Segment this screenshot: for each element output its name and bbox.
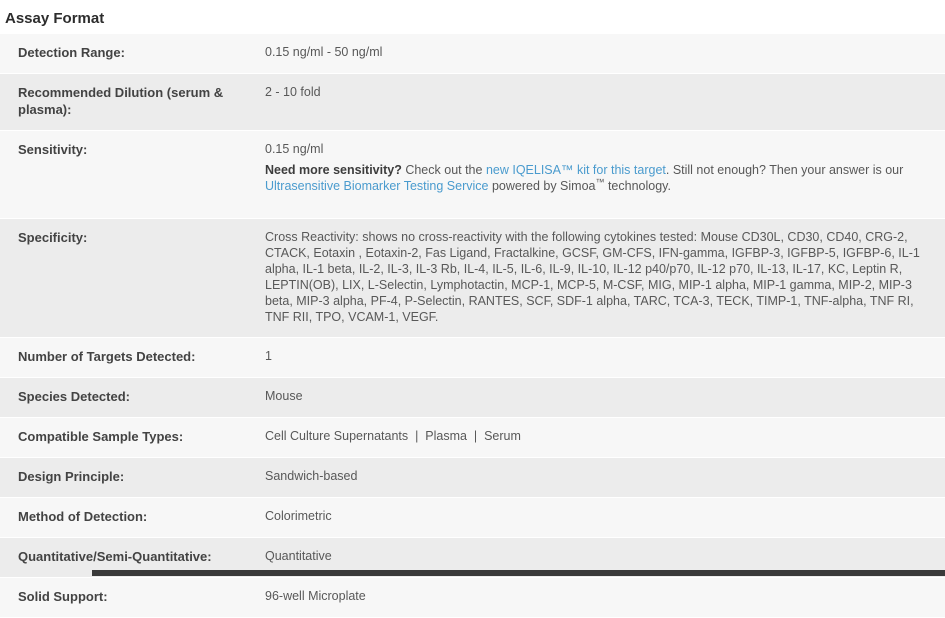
- row-value-text: Cell Culture Supernatants | Plasma | Ser…: [265, 428, 937, 444]
- row-value: Mouse: [265, 378, 945, 417]
- row-value: Sandwich-based: [265, 458, 945, 497]
- row-label: Detection Range:: [0, 34, 265, 73]
- table-row: Compatible Sample Types: Cell Culture Su…: [0, 418, 945, 458]
- row-label: Method of Detection:: [0, 498, 265, 537]
- bottom-dark-bar: [92, 570, 945, 576]
- table-row: Detection Range: 0.15 ng/ml - 50 ng/ml: [0, 34, 945, 74]
- row-value-text: Sandwich-based: [265, 468, 937, 484]
- row-value-text: 0.15 ng/ml - 50 ng/ml: [265, 44, 937, 60]
- table-row: Sensitivity: 0.15 ng/ml Need more sensit…: [0, 131, 945, 219]
- row-label: Species Detected:: [0, 378, 265, 417]
- assay-format-section: Assay Format Detection Range: 0.15 ng/ml…: [0, 0, 945, 618]
- note-text: Check out the: [402, 163, 486, 177]
- row-value: Cross Reactivity: shows no cross-reactiv…: [265, 219, 945, 337]
- note-text: technology.: [604, 179, 670, 193]
- row-value-text: Mouse: [265, 388, 937, 404]
- row-value: 0.15 ng/ml - 50 ng/ml: [265, 34, 945, 73]
- row-label: Number of Targets Detected:: [0, 338, 265, 377]
- spec-table: Detection Range: 0.15 ng/ml - 50 ng/ml R…: [0, 34, 945, 618]
- row-value-text: Cross Reactivity: shows no cross-reactiv…: [265, 229, 937, 325]
- row-value: 1: [265, 338, 945, 377]
- row-value: 2 - 10 fold: [265, 74, 945, 130]
- row-value-text: 1: [265, 348, 937, 364]
- section-title: Assay Format: [0, 0, 945, 34]
- table-row: Method of Detection: Colorimetric: [0, 498, 945, 538]
- row-label: Specificity:: [0, 219, 265, 337]
- table-row: Recommended Dilution (serum & plasma): 2…: [0, 74, 945, 131]
- table-row: Specificity: Cross Reactivity: shows no …: [0, 219, 945, 338]
- row-label: Solid Support:: [0, 578, 265, 617]
- row-value-text: Colorimetric: [265, 508, 937, 524]
- table-row: Design Principle: Sandwich-based: [0, 458, 945, 498]
- table-row: Number of Targets Detected: 1: [0, 338, 945, 378]
- row-value-text: 2 - 10 fold: [265, 84, 937, 100]
- row-label: Design Principle:: [0, 458, 265, 497]
- row-value-text: Quantitative: [265, 548, 937, 564]
- table-row: Solid Support: 96-well Microplate: [0, 578, 945, 618]
- row-value-text: 96-well Microplate: [265, 588, 937, 604]
- row-value: Cell Culture Supernatants | Plasma | Ser…: [265, 418, 945, 457]
- row-label: Recommended Dilution (serum & plasma):: [0, 74, 265, 130]
- note-bold-text: Need more sensitivity?: [265, 163, 402, 177]
- row-value: 0.15 ng/ml Need more sensitivity? Check …: [265, 131, 945, 218]
- note-text: powered by Simoa: [488, 179, 595, 193]
- row-value-text: 0.15 ng/ml: [265, 141, 937, 157]
- ultrasensitive-service-link[interactable]: Ultrasensitive Biomarker Testing Service: [265, 179, 488, 193]
- row-label: Compatible Sample Types:: [0, 418, 265, 457]
- row-value: 96-well Microplate: [265, 578, 945, 617]
- row-value: Colorimetric: [265, 498, 945, 537]
- iqelisa-kit-link[interactable]: new IQELISA™ kit for this target: [486, 163, 666, 177]
- table-row: Species Detected: Mouse: [0, 378, 945, 418]
- sensitivity-note: Need more sensitivity? Check out the new…: [265, 162, 937, 194]
- row-label: Sensitivity:: [0, 131, 265, 218]
- note-text: . Still not enough? Then your answer is …: [666, 163, 903, 177]
